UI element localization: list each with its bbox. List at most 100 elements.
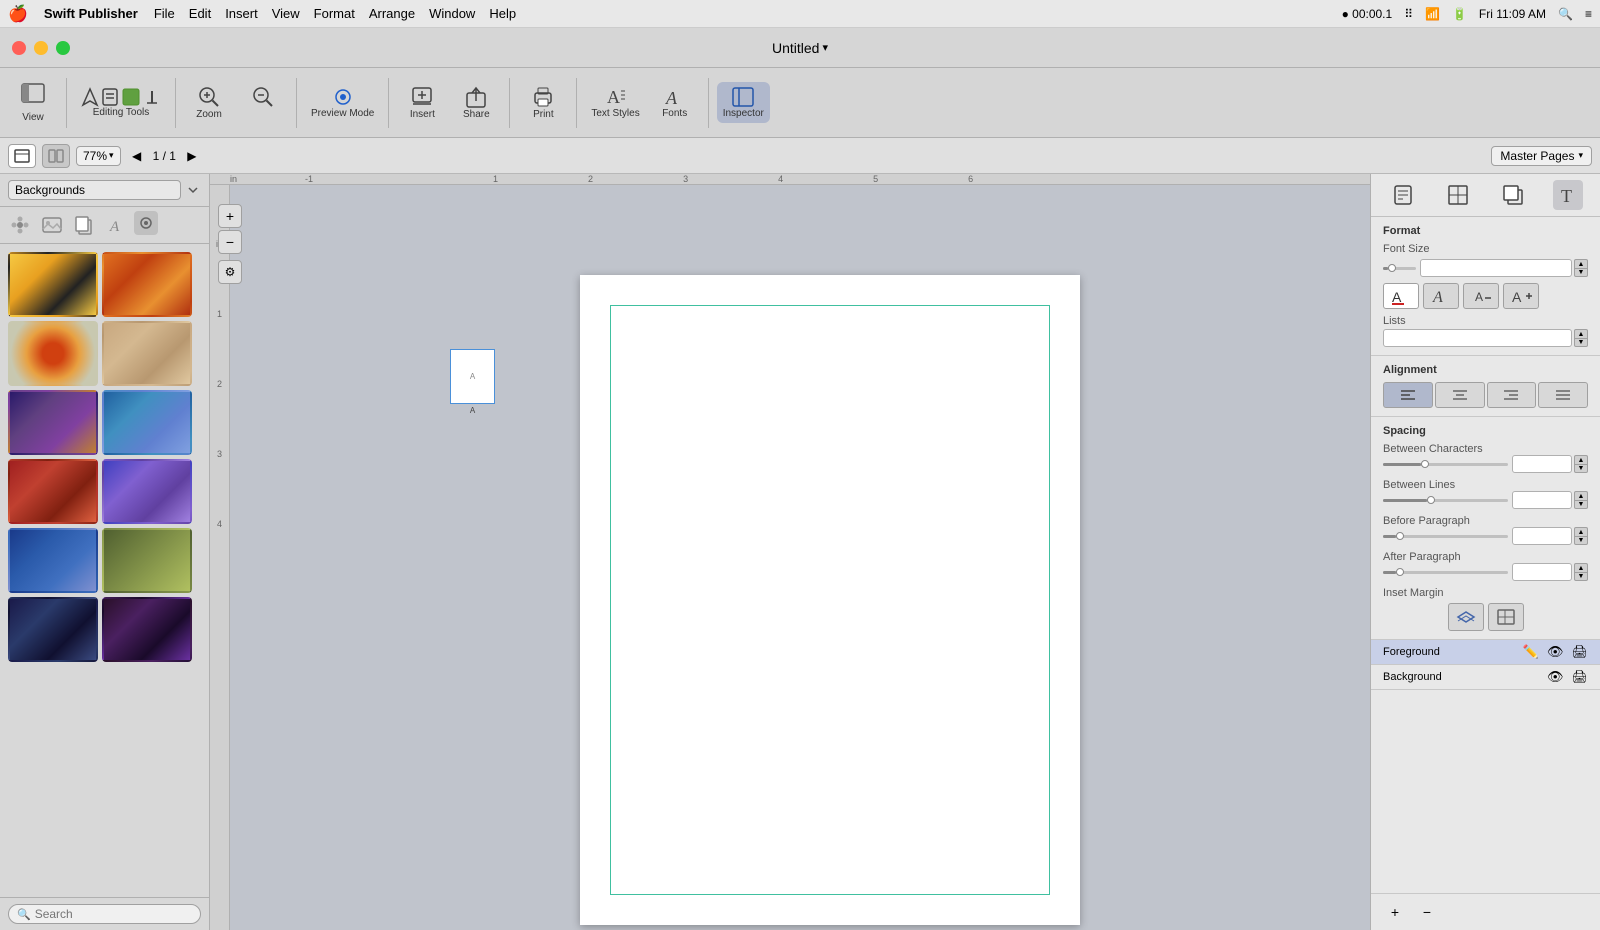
menu-insert[interactable]: Insert [225,6,258,21]
toolbar-insert[interactable]: Insert [397,81,447,124]
before-para-input[interactable] [1512,527,1572,545]
toolbar-zoom-out[interactable]: Z [238,81,288,124]
add-layer-btn[interactable]: + [1383,900,1407,924]
foreground-edit-icon[interactable]: ✏️ [1523,644,1539,660]
search-input[interactable] [35,907,192,921]
toolbar-print[interactable]: Print [518,81,568,124]
page-canvas[interactable] [580,275,1080,925]
font-size-increase-btn[interactable]: A [1503,283,1539,309]
toolbar-editing-tools[interactable]: Editing Tools [75,83,167,122]
toolbar-fonts[interactable]: A Fonts [650,82,700,123]
lists-down[interactable]: ▼ [1574,338,1588,347]
apple-menu[interactable]: 🍎 [8,4,28,24]
font-size-up[interactable]: ▲ [1574,259,1588,268]
zoom-control[interactable]: 77% ▾ [76,146,121,166]
minimize-button[interactable] [34,41,48,55]
tab-text[interactable]: T [1553,180,1583,210]
font-size-decrease-btn[interactable]: A [1463,283,1499,309]
between-chars-track[interactable] [1383,463,1508,466]
lists-up[interactable]: ▲ [1574,329,1588,338]
tab-arrange[interactable] [1498,180,1528,210]
thumb-4[interactable] [102,321,192,386]
mini-page[interactable]: A [450,349,495,404]
foreground-layer[interactable]: Foreground ✏️ 👁 🖨 [1371,640,1600,665]
after-para-down[interactable]: ▼ [1574,572,1588,581]
thumb-8[interactable] [102,459,192,524]
font-size-down[interactable]: ▼ [1574,268,1588,277]
after-para-track[interactable] [1383,571,1508,574]
thumb-7[interactable] [8,459,98,524]
before-para-thumb[interactable] [1396,532,1404,540]
page-next-btn[interactable]: ▶ [182,146,202,166]
image-icon[interactable] [38,211,66,239]
after-para-up[interactable]: ▲ [1574,563,1588,572]
thumb-6[interactable] [102,390,192,455]
toolbar-text-styles[interactable]: A Text Styles [585,82,645,123]
flower-icon[interactable] [6,211,34,239]
tab-document[interactable] [1388,180,1418,210]
between-chars-up[interactable]: ▲ [1574,455,1588,464]
toolbar-zoom-in[interactable]: Zoom [184,81,234,124]
thumb-3[interactable] [8,321,98,386]
thumb-11[interactable] [8,597,98,662]
settings-icon[interactable] [134,211,158,235]
close-button[interactable] [12,41,26,55]
font-size-thumb[interactable] [1388,264,1396,272]
between-chars-input[interactable] [1512,455,1572,473]
remove-layer-btn[interactable]: − [1415,900,1439,924]
font-size-track[interactable] [1383,267,1416,270]
toolbar-inspector[interactable]: Inspector [717,82,770,123]
menu-format[interactable]: Format [314,6,355,21]
align-justify-btn[interactable] [1538,382,1588,408]
notification-icon[interactable]: ≡ [1585,7,1592,21]
between-lines-track[interactable] [1383,499,1508,502]
background-print-icon[interactable]: 🖨 [1571,669,1588,685]
master-pages-btn[interactable]: Master Pages ▾ [1491,146,1592,166]
copy-icon[interactable] [70,211,98,239]
canvas-scroll[interactable]: A A + − ⚙ [230,185,1370,930]
thumb-12[interactable] [102,597,192,662]
between-chars-thumb[interactable] [1421,460,1429,468]
menu-edit[interactable]: Edit [189,6,211,21]
foreground-print-icon[interactable]: 🖨 [1571,644,1588,660]
search-icon[interactable]: 🔍 [1558,7,1573,21]
menu-arrange[interactable]: Arrange [369,6,415,21]
before-para-track[interactable] [1383,535,1508,538]
before-para-down[interactable]: ▼ [1574,536,1588,545]
text-color-btn[interactable]: A [1383,283,1419,309]
align-left-btn[interactable] [1383,382,1433,408]
menu-window[interactable]: Window [429,6,475,21]
between-lines-up[interactable]: ▲ [1574,491,1588,500]
before-para-up[interactable]: ▲ [1574,527,1588,536]
align-center-btn[interactable] [1435,382,1485,408]
menu-view[interactable]: View [272,6,300,21]
thumb-2[interactable] [102,252,192,317]
between-lines-input[interactable] [1512,491,1572,509]
align-right-btn[interactable] [1487,382,1537,408]
inset-grid-btn[interactable] [1488,603,1524,631]
menu-help[interactable]: Help [489,6,516,21]
text-icon[interactable]: A [102,211,130,239]
category-select[interactable]: Backgrounds Borders Clipart Photos [8,180,181,200]
gear-button[interactable]: ⚙ [230,260,242,284]
title-dropdown-arrow[interactable]: ▾ [822,41,828,54]
thumb-10[interactable] [102,528,192,593]
between-lines-thumb[interactable] [1427,496,1435,504]
maximize-button[interactable] [56,41,70,55]
zoom-minus-btn[interactable]: − [230,230,242,254]
thumb-9[interactable] [8,528,98,593]
lists-select[interactable]: Bulleted Numbered [1383,329,1572,347]
font-size-input[interactable] [1420,259,1572,277]
thumb-5[interactable] [8,390,98,455]
after-para-thumb[interactable] [1396,568,1404,576]
toolbar-share[interactable]: Share [451,81,501,124]
page-prev-btn[interactable]: ◀ [127,146,147,166]
tab-layout[interactable] [1443,180,1473,210]
foreground-visibility-icon[interactable]: 👁 [1547,644,1564,660]
toolbar-view[interactable]: View [8,78,58,127]
menu-file[interactable]: File [154,6,175,21]
single-page-view-btn[interactable] [8,144,36,168]
font-style-btn[interactable]: A [1423,283,1459,309]
background-visibility-icon[interactable]: 👁 [1547,669,1564,685]
thumb-1[interactable] [8,252,98,317]
